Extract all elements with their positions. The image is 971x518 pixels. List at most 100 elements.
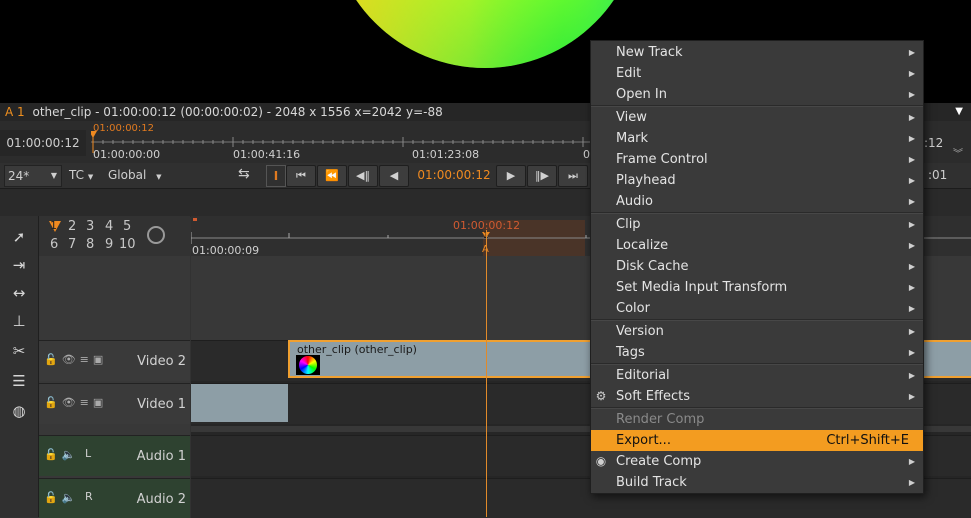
lock-mute-icons[interactable]: 🔓🔈 (44, 448, 79, 461)
ripple-tool-icon[interactable]: ⊥ (8, 310, 30, 332)
scrub-ticks (91, 131, 591, 153)
menu-item-build-track[interactable]: Build Track ▶ (591, 472, 923, 493)
submenu-arrow-icon: ▶ (908, 134, 915, 143)
chevron-down-icon: ▼ (156, 173, 162, 181)
submenu-arrow-icon: ▶ (908, 113, 915, 122)
menu-item-playhead[interactable]: Playhead ▶ (591, 170, 923, 191)
menu-item-set-media-input-transform[interactable]: Set Media Input Transform ▶ (591, 277, 923, 298)
timeline-toolbar: ➚ ⇥ ↔ ⊥ ✂ ☰ ◍ (0, 216, 39, 517)
menu-item-new-track[interactable]: New Track ▶ (591, 42, 923, 63)
track-header-video-2[interactable]: 🔓👁≡▣ Video 2 (39, 340, 190, 381)
menu-item-label: Frame Control (616, 152, 708, 167)
submenu-arrow-icon: ▶ (908, 392, 915, 401)
loop-icon[interactable]: ⇆ (238, 166, 250, 182)
menu-item-audio[interactable]: Audio ▶ (591, 191, 923, 212)
next-frame-button[interactable]: ‖▶ (527, 165, 557, 187)
razor-tool-icon[interactable]: ✂ (8, 340, 30, 362)
track-header-audio-1[interactable]: 🔓🔈 L Audio 1 (39, 435, 190, 476)
menu-item-label: Mark (616, 131, 649, 146)
menu-item-label: Create Comp (616, 454, 702, 469)
menu-item-render-comp: Render Comp (591, 409, 923, 430)
menu-item-clip[interactable]: Clip ▶ (591, 214, 923, 235)
viewer-menu-arrow-icon[interactable]: ▼ (955, 103, 963, 121)
prev-frame-button[interactable]: ◀‖ (348, 165, 378, 187)
multi-track-icon[interactable]: ☰ (8, 370, 30, 392)
menu-item-soft-effects[interactable]: ⚙ Soft Effects ▶ (591, 386, 923, 407)
menu-item-color[interactable]: Color ▶ (591, 298, 923, 319)
track-number[interactable]: 7 (68, 237, 76, 252)
submenu-arrow-icon: ▶ (908, 262, 915, 271)
track-numbers-panel: 1 2 3 4 5 6 7 8 9 10 (39, 216, 190, 256)
menu-item-label: Playhead (616, 173, 676, 188)
soft-effects-icon: ⚙ (595, 389, 607, 403)
track-name: Video 2 (137, 354, 186, 369)
menu-item-create-comp[interactable]: ◉ Create Comp ▶ (591, 451, 923, 472)
track-number[interactable]: 3 (86, 219, 94, 234)
timecode-field[interactable]: 01:00:00:12 (414, 165, 494, 185)
scrub-tick-label: 01:01:23:08 (412, 148, 480, 161)
submenu-arrow-icon: ▶ (908, 90, 915, 99)
track-header-audio-2[interactable]: 🔓🔈 R Audio 2 (39, 478, 190, 518)
menu-item-open-in[interactable]: Open In ▶ (591, 84, 923, 105)
in-out-icon[interactable]: I (266, 165, 286, 187)
controls-right-timecode: :01 (928, 168, 948, 182)
lock-mute-icons[interactable]: 🔓🔈 (44, 491, 79, 504)
menu-item-tags[interactable]: Tags ▶ (591, 342, 923, 363)
globe-tool-icon[interactable]: ◍ (8, 400, 30, 422)
track-number[interactable]: 8 (86, 237, 94, 252)
select-tool-icon[interactable]: ➚ (8, 226, 30, 248)
track-header-video-1[interactable]: 🔓👁≡▣ Video 1 (39, 383, 190, 424)
menu-item-view[interactable]: View ▶ (591, 107, 923, 128)
scrub-bar[interactable]: 01:00:00:12 01:00:00:00 01:00:41:16 01:0… (91, 123, 591, 161)
playhead-line[interactable] (486, 230, 487, 517)
play-reverse-button[interactable]: ◀ (379, 165, 409, 187)
menu-item-frame-control[interactable]: Frame Control ▶ (591, 149, 923, 170)
menu-item-export[interactable]: Export... Ctrl+Shift+E (591, 430, 923, 451)
audio-channel[interactable]: R (85, 490, 93, 503)
track-headers: 🔓👁≡▣ Video 2 🔓👁≡▣ Video 1 🔓🔈 L Audio 1 🔓… (39, 256, 190, 518)
menu-item-label: Set Media Input Transform (616, 280, 788, 295)
next-edit-button[interactable]: ⏭ (558, 165, 588, 187)
snap-target-icon[interactable] (147, 226, 165, 244)
audio-channel[interactable]: L (85, 447, 91, 460)
scrub-tick-label: 01:00:00:00 (93, 148, 161, 161)
track-select-icon[interactable]: ⇥ (8, 254, 30, 276)
expand-icon[interactable]: ︾ (953, 145, 963, 160)
chevron-down-icon: ▼ (87, 173, 94, 181)
tc-mode-dropdown[interactable]: TC ▼ (69, 165, 99, 185)
submenu-arrow-icon: ▶ (908, 478, 915, 487)
menu-item-label: Export... (616, 433, 671, 448)
scrub-tick-label: 01:00:41:16 (233, 148, 301, 161)
menu-item-editorial[interactable]: Editorial ▶ (591, 365, 923, 386)
prev-edit-button[interactable]: ⏪ (317, 165, 347, 187)
menu-item-version[interactable]: Version ▶ (591, 321, 923, 342)
fps-value: 24* (8, 169, 30, 183)
track-number[interactable]: 6 (50, 237, 58, 252)
slip-tool-icon[interactable]: ↔ (8, 282, 30, 304)
scrubber-right-timecode: :12 (924, 136, 944, 150)
track-number[interactable]: 5 (123, 219, 131, 234)
menu-item-label: Edit (616, 66, 642, 81)
current-timecode[interactable]: 01:00:00:12 (0, 130, 86, 156)
lock-visibility-icons[interactable]: 🔓👁≡▣ (44, 396, 107, 409)
lock-visibility-icons[interactable]: 🔓👁≡▣ (44, 353, 107, 366)
submenu-arrow-icon: ▶ (908, 220, 915, 229)
chevron-down-icon: ▼ (50, 171, 57, 180)
track-number[interactable]: 4 (105, 219, 113, 234)
fps-dropdown[interactable]: 24* ▼ (4, 165, 62, 187)
track-number[interactable]: 2 (68, 219, 76, 234)
tc-mode-value: TC (69, 168, 85, 182)
submenu-arrow-icon: ▶ (908, 48, 915, 57)
play-forward-button[interactable]: ▶ (496, 165, 526, 187)
track-number[interactable]: 1 (50, 219, 57, 232)
submenu-arrow-icon: ▶ (908, 371, 915, 380)
scope-dropdown[interactable]: Global ▼ (108, 165, 168, 185)
track-number[interactable]: 9 (105, 237, 113, 252)
menu-item-edit[interactable]: Edit ▶ (591, 63, 923, 84)
track-number[interactable]: 10 (119, 237, 136, 252)
menu-item-disk-cache[interactable]: Disk Cache ▶ (591, 256, 923, 277)
clip-video-1[interactable] (191, 384, 288, 422)
menu-item-mark[interactable]: Mark ▶ (591, 128, 923, 149)
go-to-start-button[interactable]: ⏮ (286, 165, 316, 187)
menu-item-localize[interactable]: Localize ▶ (591, 235, 923, 256)
